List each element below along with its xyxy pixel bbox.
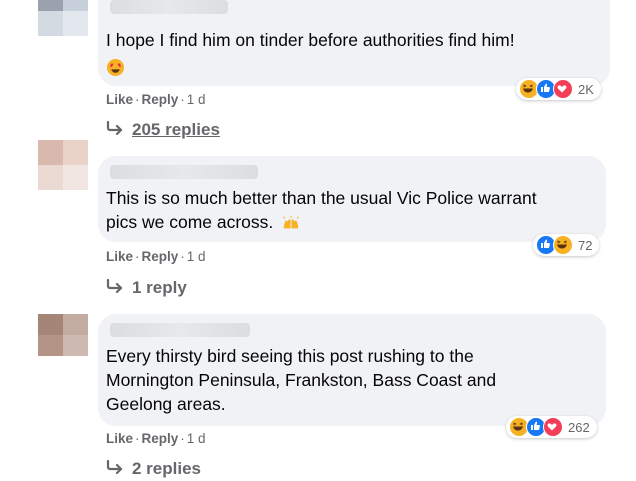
raising-hands-emoji-icon [283, 216, 299, 229]
comment-actions: Like · Reply · 1 d [106, 431, 206, 446]
reply-arrow-icon [106, 459, 124, 479]
author-name[interactable] [110, 0, 228, 14]
haha-reaction-icon [553, 235, 573, 255]
heart-eyes-emoji-icon [106, 58, 125, 76]
reply-arrow-icon [106, 120, 124, 140]
view-replies-link[interactable]: 1 reply [106, 278, 187, 298]
like-button[interactable]: Like [106, 249, 133, 264]
avatar[interactable] [38, 0, 88, 36]
reactions-summary[interactable]: 262 [506, 416, 597, 438]
reactions-summary[interactable]: 2K [516, 78, 601, 100]
reaction-count: 72 [578, 237, 593, 253]
reaction-count: 2K [578, 81, 594, 97]
separator-dot: · [180, 249, 185, 264]
timestamp[interactable]: 1 d [187, 92, 206, 107]
comment-text: Every thirsty bird seeing this post rush… [106, 346, 497, 414]
separator-dot: · [135, 431, 140, 446]
timestamp[interactable]: 1 d [187, 249, 206, 264]
reactions-summary[interactable]: 72 [533, 234, 600, 256]
separator-dot: · [180, 92, 185, 107]
comment-bubble: This is so much better than the usual Vi… [98, 156, 606, 242]
replies-count[interactable]: 1 reply [132, 278, 187, 298]
view-replies-link[interactable]: 205 replies [106, 120, 220, 140]
reply-arrow-icon [106, 278, 124, 298]
reply-button[interactable]: Reply [142, 249, 179, 264]
avatar[interactable] [38, 140, 88, 190]
comment-bubble: Every thirsty bird seeing this post rush… [98, 314, 606, 426]
separator-dot: · [135, 249, 140, 264]
reply-button[interactable]: Reply [142, 431, 179, 446]
comment-actions: Like · Reply · 1 d [106, 249, 206, 264]
author-name[interactable] [110, 165, 258, 179]
replies-count[interactable]: 205 replies [132, 120, 220, 140]
view-replies-link[interactable]: 2 replies [106, 459, 201, 479]
separator-dot: · [135, 92, 140, 107]
avatar[interactable] [38, 314, 88, 356]
comment-text: This is so much better than the usual Vi… [106, 188, 537, 232]
love-reaction-icon [553, 79, 573, 99]
comment-actions: Like · Reply · 1 d [106, 92, 206, 107]
like-button[interactable]: Like [106, 92, 133, 107]
comment-text: I hope I find him on tinder before autho… [106, 28, 515, 76]
love-reaction-icon [543, 417, 563, 437]
separator-dot: · [180, 431, 185, 446]
reaction-count: 262 [568, 419, 590, 435]
like-button[interactable]: Like [106, 431, 133, 446]
author-name[interactable] [110, 323, 250, 337]
comment-bubble: I hope I find him on tinder before autho… [98, 0, 610, 86]
timestamp[interactable]: 1 d [187, 431, 206, 446]
reply-button[interactable]: Reply [142, 92, 179, 107]
replies-count[interactable]: 2 replies [132, 459, 201, 479]
